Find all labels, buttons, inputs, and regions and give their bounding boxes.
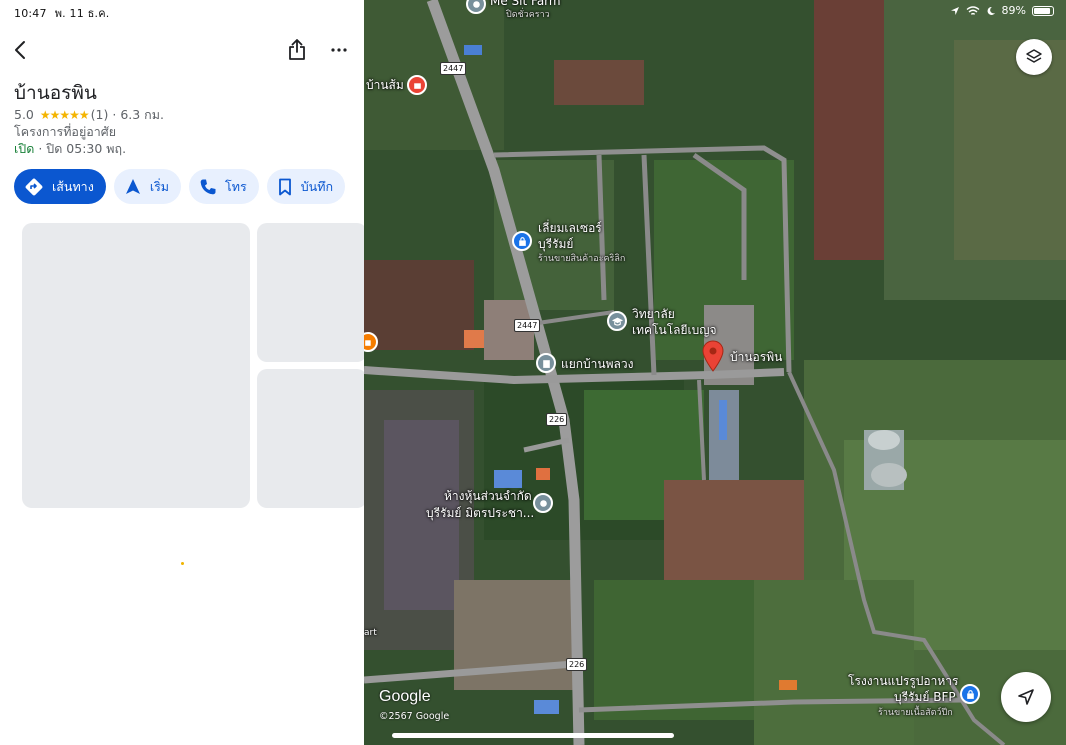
phone-icon — [200, 179, 216, 194]
place-marker-icon — [539, 499, 547, 507]
google-logo: Google — [379, 688, 431, 705]
directions-label: เส้นทาง — [52, 178, 94, 194]
shopping-bag-icon — [518, 236, 526, 246]
distance: · 6.3 กม. — [112, 107, 164, 122]
location-arrow-icon — [1018, 689, 1034, 705]
college-poi[interactable] — [607, 311, 627, 331]
school-icon — [611, 317, 623, 326]
road-shield-226: 226 — [546, 413, 568, 426]
label-laser-sub: ร้านขายสินค้าอะคริลิก — [538, 254, 626, 264]
shopping-bag-icon — [966, 689, 974, 699]
app-root: 10:47 พ. 11 ธ.ค. บ้านอรพิน 5.0 ★★★★★ (1) ·… — [0, 0, 1066, 745]
rating-value: 5.0 — [14, 107, 34, 122]
start-label: เริ่ม — [149, 178, 170, 194]
map-copyright: ©2567 Google — [379, 711, 450, 722]
label-junction[interactable]: แยกบ้านพลวง — [561, 357, 633, 372]
selected-place-pin[interactable] — [702, 340, 724, 376]
start-button[interactable]: เริ่ม — [113, 169, 182, 204]
label-shop-2[interactable]: บุรีรัมย์ มิตรประชา... — [426, 506, 534, 521]
save-label: บันทึก — [300, 178, 334, 194]
battery-icon — [1032, 5, 1054, 16]
shop-icon — [413, 82, 421, 89]
label-art[interactable]: art — [364, 628, 377, 639]
place-panel: 10:47 พ. 11 ธ.ค. บ้านอรพิน 5.0 ★★★★★ (1) ·… — [0, 0, 364, 745]
label-shop-1[interactable]: ห้างหุ้นส่วนจำกัด — [444, 489, 532, 504]
label-farm-sub: ปิดชั่วคราว — [506, 10, 550, 20]
save-button[interactable]: บันทึก — [266, 169, 346, 204]
laser-shop-poi[interactable] — [512, 231, 532, 251]
label-factory-1[interactable]: โรงงานแปรรูปอาหาร — [848, 674, 958, 689]
map-pin-icon — [702, 340, 724, 372]
building-icon — [542, 359, 550, 368]
open-status: เปิด — [14, 141, 35, 156]
directions-icon — [25, 178, 43, 195]
road-shield-2447-top: 2447 — [440, 62, 467, 75]
status-bar-left: 10:47 พ. 11 ธ.ค. — [14, 4, 118, 22]
label-factory-2[interactable]: บุรีรัมย์ BFP — [894, 690, 956, 705]
share-button[interactable] — [283, 36, 311, 64]
factory-poi[interactable] — [960, 684, 980, 704]
photo-secondary-top[interactable] — [257, 223, 364, 362]
junction-poi[interactable] — [536, 353, 556, 373]
place-marker-icon — [472, 0, 480, 8]
status-time: 10:47 — [14, 7, 47, 20]
road-shield-226-bottom: 226 — [566, 658, 588, 671]
layers-icon — [1026, 49, 1042, 63]
my-location-button[interactable] — [1001, 672, 1051, 722]
call-button[interactable]: โทร — [189, 169, 259, 204]
label-laser-2[interactable]: บุรีรัมย์ — [538, 237, 573, 252]
back-button[interactable] — [6, 36, 34, 64]
navigation-arrow-icon — [125, 178, 140, 194]
wifi-icon — [966, 5, 979, 15]
battery-percent: 89% — [1001, 4, 1026, 17]
chevron-left-icon — [15, 41, 25, 59]
more-horizontal-icon — [331, 48, 347, 52]
review-count: (1) — [90, 107, 109, 122]
home-indicator[interactable] — [392, 733, 674, 738]
label-pin[interactable]: บ้านอรพิน — [730, 350, 782, 365]
photo-main[interactable] — [22, 223, 250, 508]
ban-som-poi[interactable] — [407, 75, 427, 95]
directions-button[interactable]: เส้นทาง — [14, 169, 106, 204]
map-view[interactable]: 89% Me Sit Farm ปิดชั่วคราว บ้านส้ม เลี่… — [364, 0, 1066, 745]
more-options-button[interactable] — [325, 36, 353, 64]
close-time: · ปิด 05:30 พฤ. — [38, 141, 127, 156]
hours-row[interactable]: เปิด · ปิด 05:30 พฤ. — [14, 139, 126, 159]
moon-icon — [987, 6, 995, 15]
label-factory-sub: ร้านขายเนื้อสัตว์ปีก — [878, 708, 953, 718]
action-chips: เส้นทาง เริ่ม โทร บันทึก — [14, 169, 346, 204]
bookmark-icon — [278, 178, 291, 195]
call-label: โทร — [225, 178, 247, 194]
label-farm[interactable]: Me Sit Farm — [490, 0, 561, 9]
cup-icon — [364, 339, 371, 346]
shop-poi[interactable] — [533, 493, 553, 513]
location-arrow-icon — [950, 6, 959, 15]
rating-stars: ★★★★★ — [39, 108, 90, 122]
label-ban-som[interactable]: บ้านส้ม — [366, 78, 404, 93]
label-college-2[interactable]: เทคโนโลยีเบญจ — [632, 323, 717, 338]
map-layers-button[interactable] — [1016, 39, 1052, 75]
loading-dot — [181, 562, 184, 565]
photo-secondary-bottom[interactable] — [257, 369, 364, 508]
road-shield-2447: 2447 — [514, 319, 541, 332]
status-bar-right: 89% — [950, 4, 1054, 17]
status-date: พ. 11 ธ.ค. — [54, 7, 110, 20]
label-laser-1[interactable]: เลี่ยมเลเซอร์ — [538, 221, 602, 236]
share-icon — [289, 39, 305, 60]
place-title: บ้านอรพิน — [14, 82, 97, 104]
label-college-1[interactable]: วิทยาลัย — [632, 307, 675, 322]
